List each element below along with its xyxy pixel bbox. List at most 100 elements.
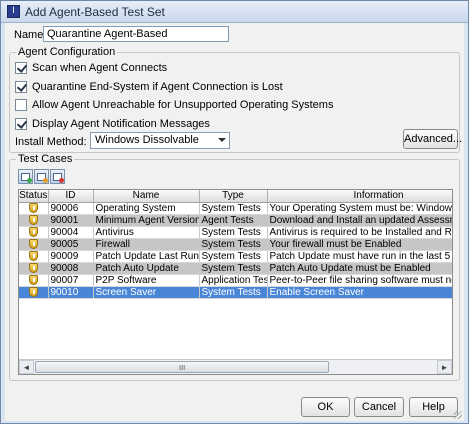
column-header-status[interactable]: Status [19, 190, 49, 203]
information-cell: Enable Screen Saver [267, 286, 452, 299]
shield-status-icon [28, 214, 38, 225]
column-header-information[interactable]: Information [267, 190, 452, 203]
shield-status-icon [28, 274, 38, 285]
scan-on-connect-label: Scan when Agent Connects [32, 62, 168, 74]
shield-status-icon [28, 202, 38, 213]
name-cell: Patch Update Last Run In [93, 250, 200, 263]
column-header-name[interactable]: Name [93, 190, 200, 203]
status-cell [19, 262, 49, 275]
information-cell: Your firewall must be Enabled [267, 238, 452, 251]
shield-status-icon [28, 250, 38, 261]
id-cell: 90005 [48, 238, 94, 251]
scroll-right-arrow-icon[interactable]: ► [437, 360, 452, 374]
information-cell: Patch Update must have run in the last 5… [267, 250, 452, 263]
shield-status-icon [28, 262, 38, 273]
name-label: Name: [14, 29, 47, 41]
id-cell: 90006 [48, 202, 94, 215]
table-row[interactable]: 90005 Firewall System Tests Your firewall m… [19, 238, 452, 251]
advanced-button[interactable]: Advanced... [403, 129, 462, 149]
allow-unreachable-option[interactable]: Allow Agent Unreachable for Unsupported … [15, 98, 333, 112]
id-cell: 90008 [48, 262, 94, 275]
allow-unreachable-label: Allow Agent Unreachable for Unsupported … [32, 99, 334, 111]
information-cell: Your Operating System must be: Windows A… [267, 202, 452, 215]
type-cell: System Tests [199, 250, 268, 263]
scroll-left-arrow-icon[interactable]: ◄ [19, 360, 34, 374]
edit-test-button[interactable] [34, 169, 49, 184]
cancel-button[interactable]: Cancel [354, 397, 404, 417]
name-input[interactable]: Quarantine Agent-Based [43, 26, 229, 42]
display-notifications-checkbox[interactable] [15, 118, 27, 130]
shield-status-icon [28, 226, 38, 237]
remove-test-button[interactable] [50, 169, 65, 184]
quarantine-on-lost-option[interactable]: Quarantine End-System if Agent Connectio… [15, 80, 283, 94]
resize-grip-icon[interactable] [454, 411, 462, 419]
scan-on-connect-checkbox[interactable] [15, 62, 27, 74]
name-cell: Firewall [93, 238, 200, 251]
shield-status-icon [28, 286, 38, 297]
status-cell [19, 274, 49, 287]
test-cases-group: Test Cases Status ID Name Type Informati… [9, 153, 460, 381]
status-cell [19, 202, 49, 215]
name-cell: Operating System [93, 202, 200, 215]
name-cell: Minimum Agent Version [93, 214, 200, 227]
scan-on-connect-option[interactable]: Scan when Agent Connects [15, 61, 167, 75]
dialog-title: Add Agent-Based Test Set [25, 5, 165, 19]
test-cases-toolbar [18, 169, 65, 185]
id-cell: 90007 [48, 274, 94, 287]
type-cell: System Tests [199, 226, 268, 239]
id-cell: 90004 [48, 226, 94, 239]
table-row[interactable]: 90007P2P SoftwareApplication TestsPeer-t… [19, 274, 452, 287]
table-header-row: Status ID Name Type Information [19, 190, 452, 203]
remove-test-icon [53, 173, 64, 183]
table-row[interactable]: 90001 Minimum Agent Version Agent Tests Dow… [19, 214, 452, 227]
table-row[interactable]: 90006 Operating System System Tests Your Op… [19, 202, 452, 215]
chevron-down-icon [218, 138, 226, 142]
agent-configuration-legend: Agent Configuration [16, 46, 118, 58]
dialog-body: Name: Quarantine Agent-Based Agent Confi… [5, 23, 464, 421]
horizontal-scrollbar[interactable]: ◄ III ► [19, 359, 452, 374]
status-cell [19, 214, 49, 227]
title-bar[interactable]: Ⅰ Add Agent-Based Test Set [1, 1, 468, 23]
name-cell: Patch Auto Update [93, 262, 200, 275]
scroll-grip-icon: III [179, 364, 186, 372]
display-notifications-option[interactable]: Display Agent Notification Messages [15, 117, 210, 131]
edit-test-icon [37, 173, 48, 183]
ok-button[interactable]: OK [301, 397, 350, 417]
table-row[interactable]: 90004 Antivirus System Tests Antivirus is r… [19, 226, 452, 239]
information-cell: Patch Auto Update must be Enabled [267, 262, 452, 275]
status-cell [19, 238, 49, 251]
type-cell: System Tests [199, 238, 268, 251]
dialog-window: Ⅰ Add Agent-Based Test Set Name: Quarant… [0, 0, 469, 424]
type-cell: System Tests [199, 262, 268, 275]
type-cell: Agent Tests [199, 214, 268, 227]
name-cell: P2P Software [93, 274, 200, 287]
column-header-type[interactable]: Type [199, 190, 268, 203]
id-cell: 90001 [48, 214, 94, 227]
status-cell [19, 226, 49, 239]
information-cell: Antivirus is required to be Installed an… [267, 226, 452, 239]
table-row[interactable]: 90008 Patch Auto Update System Tests Patch … [19, 262, 452, 275]
shield-status-icon [28, 238, 38, 249]
test-cases-table: Status ID Name Type Information 90006 Ope… [18, 189, 453, 375]
quarantine-on-lost-label: Quarantine End-System if Agent Connectio… [32, 81, 283, 93]
type-cell: System Tests [199, 286, 268, 299]
agent-configuration-group: Agent Configuration Scan when Agent Conn… [9, 46, 462, 153]
table-row[interactable]: 90009 Patch Update Last Run In System Test… [19, 250, 452, 263]
status-cell [19, 250, 49, 263]
allow-unreachable-checkbox[interactable] [15, 99, 27, 111]
table-row[interactable]: 90010 Screen Saver System Tests Enable Scre… [19, 286, 452, 299]
display-notifications-label: Display Agent Notification Messages [32, 118, 210, 130]
information-cell: Peer-to-Peer file sharing software must … [267, 274, 452, 287]
information-cell: Download and Install an updated Assessme… [267, 214, 452, 227]
install-method-select[interactable]: Windows Dissolvable [90, 132, 230, 149]
id-cell: 90010 [48, 286, 94, 299]
scroll-thumb[interactable]: III [35, 361, 329, 373]
column-header-id[interactable]: ID [48, 190, 94, 203]
test-cases-legend: Test Cases [16, 153, 75, 165]
quarantine-on-lost-checkbox[interactable] [15, 81, 27, 93]
status-cell [19, 286, 49, 299]
add-test-button[interactable] [18, 169, 33, 184]
name-cell: Screen Saver [93, 286, 200, 299]
type-cell: Application Tests [199, 274, 268, 287]
help-button[interactable]: Help [409, 397, 458, 417]
